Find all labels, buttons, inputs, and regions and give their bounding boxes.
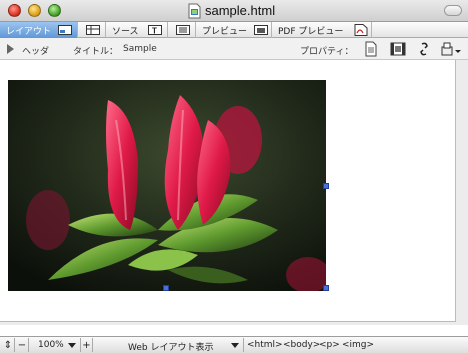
zoom-in-button[interactable]: +	[80, 338, 93, 352]
resize-handle-corner[interactable]	[323, 285, 329, 291]
zoom-dropdown-icon[interactable]	[68, 343, 76, 348]
split-view-icon	[176, 25, 190, 35]
properties-bar: ヘッダ タイトル： Sample プロパティ：	[0, 38, 468, 60]
toolbar-toggle-button[interactable]	[444, 5, 462, 16]
table-view-icon	[86, 25, 100, 35]
status-bar: ⇕ − 100% + Web レイアウト表示 <html> <body> <p>…	[0, 336, 468, 353]
window-titlebar: sample.html	[0, 0, 468, 22]
tab-table[interactable]	[78, 22, 106, 38]
breadcrumb-p[interactable]: <p>	[319, 340, 340, 350]
zoom-window-button[interactable]	[48, 4, 61, 17]
tab-layout-label: レイアウト	[6, 26, 52, 37]
tab-pdf-preview[interactable]: PDF プレビュー	[272, 22, 372, 38]
page-properties-icon[interactable]	[363, 41, 379, 57]
zoom-out-button[interactable]: −	[16, 338, 29, 352]
header-label: ヘッダ	[22, 47, 50, 57]
title-label: タイトル：	[73, 47, 119, 57]
source-text-icon: T	[148, 25, 162, 35]
pdf-icon	[354, 24, 368, 36]
document-canvas	[0, 60, 468, 325]
zoom-stepper-icon[interactable]: ⇕	[2, 338, 15, 352]
tab-source[interactable]: ソース T	[106, 22, 168, 38]
status-divider	[243, 338, 244, 352]
tab-layout[interactable]: レイアウト	[0, 22, 78, 38]
zoom-level[interactable]: 100%	[38, 340, 64, 350]
close-window-button[interactable]	[8, 4, 21, 17]
properties-label: プロパティ：	[300, 47, 354, 57]
breadcrumb-html[interactable]: <html>	[247, 340, 283, 350]
object-menu-icon[interactable]	[440, 41, 462, 57]
tab-preview-label: プレビュー	[202, 26, 248, 37]
flower-image[interactable]	[8, 80, 326, 291]
resize-handle-bottom[interactable]	[163, 285, 169, 291]
tab-split[interactable]	[168, 22, 196, 38]
filmstrip-icon[interactable]	[390, 41, 406, 57]
view-mode-tabbar: レイアウト ソース T プレビュー PDF プレビュー	[0, 22, 468, 38]
tab-preview[interactable]: プレビュー	[196, 22, 272, 38]
disclosure-triangle-icon[interactable]	[7, 44, 14, 54]
resize-handle-right[interactable]	[323, 183, 329, 189]
svg-text:T: T	[152, 27, 157, 36]
view-mode-select[interactable]: Web レイアウト表示	[128, 340, 213, 353]
window-title: sample.html	[205, 3, 276, 18]
preview-image-icon	[254, 25, 268, 35]
title-value[interactable]: Sample	[123, 44, 157, 54]
page-body[interactable]	[0, 60, 456, 322]
tab-source-label: ソース	[112, 26, 139, 37]
tab-pdf-preview-label: PDF プレビュー	[278, 26, 344, 37]
minimize-window-button[interactable]	[28, 4, 41, 17]
layout-view-icon	[58, 25, 72, 35]
view-mode-dropdown-icon[interactable]	[231, 343, 239, 348]
html-document-icon	[188, 3, 201, 19]
breadcrumb-img[interactable]: <img>	[342, 340, 374, 350]
link-chain-icon[interactable]	[416, 41, 432, 57]
breadcrumb-body[interactable]: <body>	[283, 340, 320, 350]
